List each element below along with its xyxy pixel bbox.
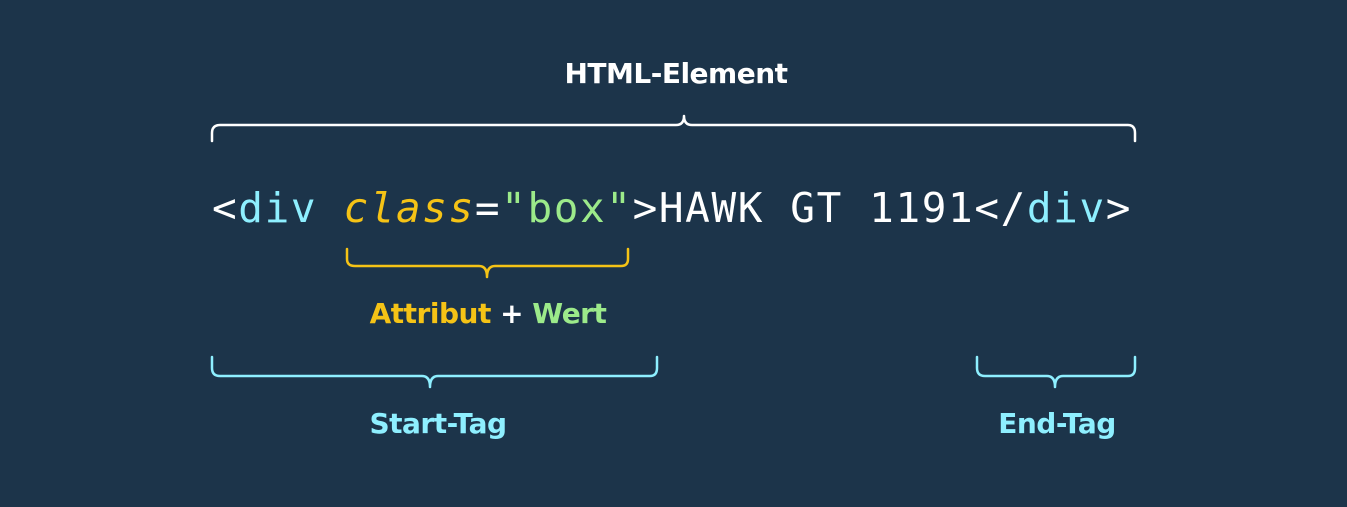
start-tag-close-bracket: > bbox=[632, 184, 659, 232]
start-tag-label: Start-Tag bbox=[369, 407, 507, 440]
wert-text: Wert bbox=[532, 297, 607, 330]
attribut-text: Attribut bbox=[369, 297, 492, 330]
attribute-value: "box" bbox=[501, 184, 633, 232]
end-tag-name: div bbox=[1026, 184, 1106, 232]
element-content: HAWK GT 1191 bbox=[658, 184, 975, 232]
start-tag-name: div bbox=[238, 184, 318, 232]
attribute-equals: = bbox=[474, 184, 502, 232]
html-element-label: HTML-Element bbox=[564, 57, 788, 90]
html-anatomy-diagram: HTML-Element <div class="box">HAWK GT 11… bbox=[0, 0, 1347, 507]
plus-sign: + bbox=[500, 297, 524, 330]
end-tag-label: End-Tag bbox=[998, 407, 1116, 440]
end-tag-bracket bbox=[975, 355, 1137, 389]
attribute-value-label: Attribut + Wert bbox=[370, 297, 607, 331]
start-tag-bracket bbox=[210, 355, 659, 389]
plus-text: + bbox=[491, 297, 532, 330]
html-element-bracket bbox=[210, 114, 1137, 143]
end-tag-close-bracket: > bbox=[1105, 184, 1133, 232]
code-snippet: <div class="box">HAWK GT 1191</div> bbox=[212, 182, 1132, 234]
start-tag-open-bracket: < bbox=[212, 184, 239, 232]
attribute-name: class bbox=[343, 184, 475, 232]
end-tag-open-bracket: </ bbox=[974, 184, 1027, 232]
attribute-value-bracket bbox=[345, 247, 630, 279]
